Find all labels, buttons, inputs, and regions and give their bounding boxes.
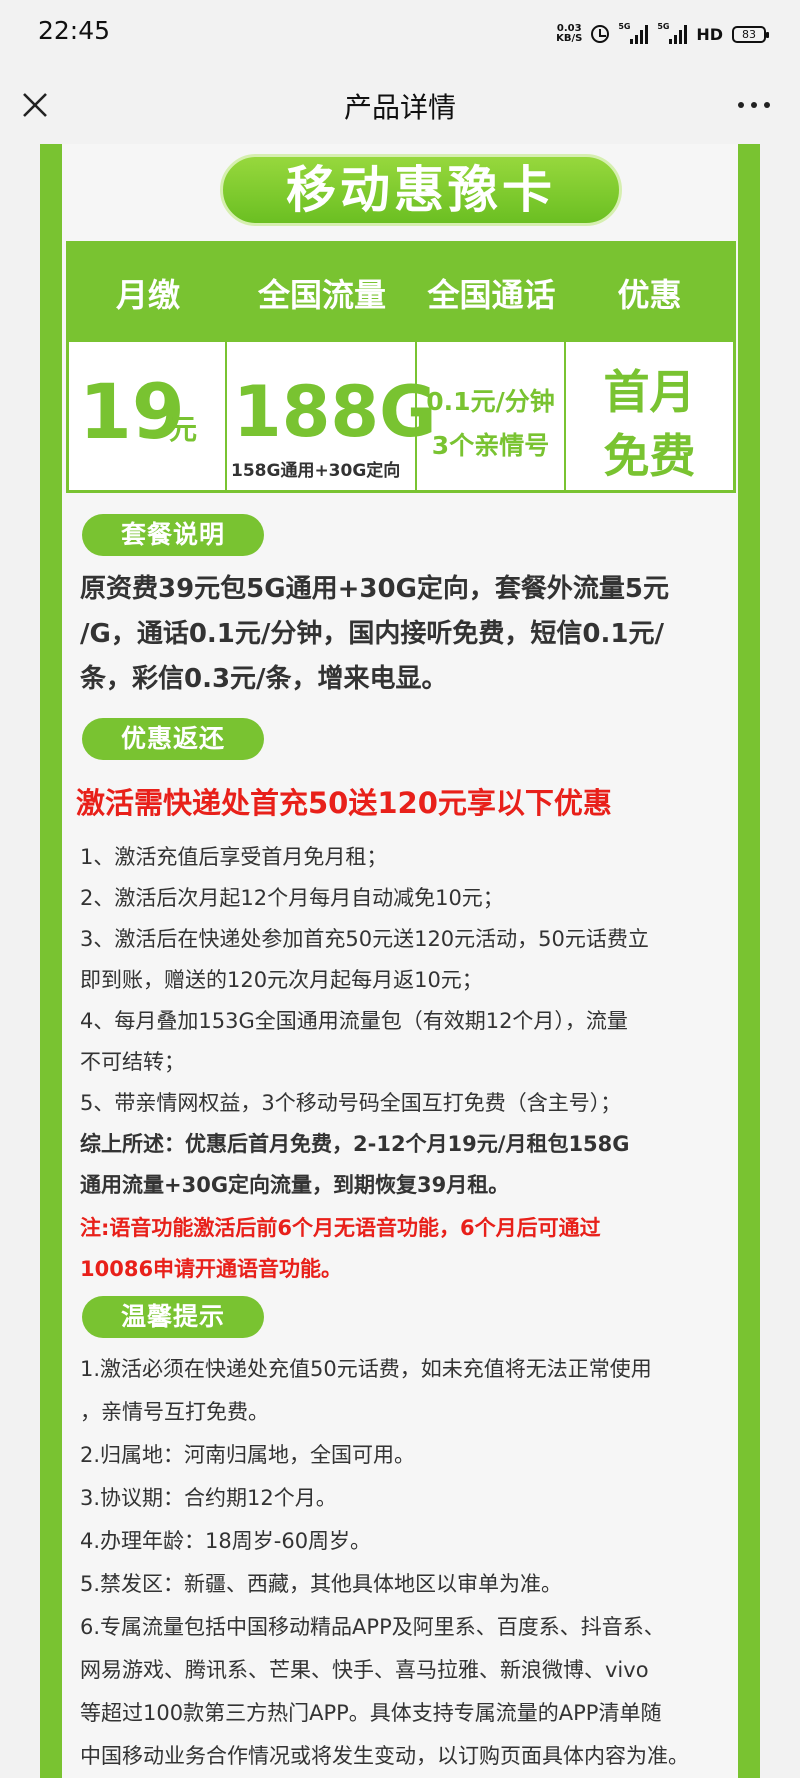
column-header-data: 全国流量 xyxy=(257,276,386,314)
rebate-line: 3、激活后在快递处参加首充50元送120元活动，50元话费立 xyxy=(80,927,649,951)
data-value: 188G xyxy=(233,371,437,453)
voice-note-line: 注:语音功能激活后前6个月无语音功能，6个月后可通过 xyxy=(80,1216,601,1240)
network-speed-unit: KB/S xyxy=(556,33,583,44)
promo-line-1: 首月 xyxy=(603,365,696,419)
rebate-line: 不可结转； xyxy=(80,1050,185,1074)
section-title-tips: 温馨提示 xyxy=(82,1296,264,1338)
tip-line: 5.禁发区：新疆、西藏，其他具体地区以审单为准。 xyxy=(80,1572,563,1596)
status-time: 22:45 xyxy=(38,16,111,45)
call-rate: 0.1元/分钟 xyxy=(426,387,555,416)
rebate-summary-line: 综上所述：优惠后首月免费，2-12个月19元/月租包158G xyxy=(80,1132,630,1156)
network-speed: 0.03 KB/S xyxy=(556,24,582,44)
product-title: 移动惠豫卡 xyxy=(220,154,622,226)
more-icon[interactable] xyxy=(734,90,774,120)
rebate-line: 4、每月叠加153G全国通用流量包（有效期12个月），流量 xyxy=(80,1009,628,1033)
tip-line: 等超过100款第三方热门APP。具体支持专属流量的APP清单随 xyxy=(80,1701,662,1725)
rebate-headline: 激活需快递处首充50送120元享以下优惠 xyxy=(76,786,612,820)
tip-line: 2.归属地：河南归属地，全国可用。 xyxy=(80,1443,416,1467)
plan-desc-line: 条，彩信0.3元/条，增来电显。 xyxy=(80,664,448,694)
alarm-icon xyxy=(591,25,610,43)
plan-desc-line: 原资费39元包5G通用+30G定向，套餐外流量5元 xyxy=(80,574,670,604)
data-breakdown: 158G通用+30G定向 xyxy=(231,461,401,481)
price-table-header: 月缴 全国流量 全国通话 优惠 xyxy=(69,244,733,342)
monthly-cell: 19 元 xyxy=(69,342,227,490)
tip-line: 3.协议期：合约期12个月。 xyxy=(80,1486,337,1510)
tip-line: 4.办理年龄：18周岁-60周岁。 xyxy=(80,1529,372,1553)
rebate-summary-line: 通用流量+30G定向流量，到期恢复39月租。 xyxy=(80,1173,510,1197)
plan-desc-line: /G，通话0.1元/分钟，国内接听免费，短信0.1元/ xyxy=(80,619,664,649)
status-bar: 22:45 0.03 KB/S 5G 5G HD 83 xyxy=(0,0,800,66)
signal-label: 5G xyxy=(657,22,670,31)
rebate-line: 1、激活充值后享受首月免月租； xyxy=(80,845,388,869)
hd-voice-icon: HD xyxy=(696,24,723,44)
signal-icon: 5G xyxy=(657,22,688,44)
column-header-promo: 优惠 xyxy=(617,276,682,314)
promo-cell: 首月 免费 xyxy=(566,342,733,490)
price-table-body: 19 元 188G 158G通用+30G定向 0.1元/分钟 3个亲情号 首月 … xyxy=(69,342,733,490)
tip-line: 网易游戏、腾讯系、芒果、快手、喜马拉雅、新浪微博、vivo xyxy=(80,1658,649,1682)
voice-note-line: 10086申请开通语音功能。 xyxy=(80,1257,343,1281)
call-cell: 0.1元/分钟 3个亲情号 xyxy=(417,342,566,490)
column-header-calls: 全国通话 xyxy=(427,276,556,314)
monthly-unit: 元 xyxy=(169,413,198,446)
page-header: 产品详情 xyxy=(0,66,800,144)
battery-icon: 83 xyxy=(732,25,769,43)
tip-line: 1.激活必须在快递处充值50元话费，如未充值将无法正常使用 xyxy=(80,1357,652,1381)
price-table: 月缴 全国流量 全国通话 优惠 19 元 188G 158G通用+30G定向 0… xyxy=(66,241,736,493)
rebate-line: 5、带亲情网权益，3个移动号码全国互打免费（含主号）； xyxy=(80,1091,622,1115)
tip-line: 6.专属流量包括中国移动精品APP及阿里系、百度系、抖音系、 xyxy=(80,1615,665,1639)
tip-line: 中国移动业务合作情况或将发生变动，以订购页面具体内容为准。 xyxy=(80,1744,689,1768)
tip-line: ，亲情号互打免费。 xyxy=(80,1400,269,1424)
signal-icon: 5G xyxy=(618,22,649,44)
rebate-line: 即到账，赠送的120元次月起每月返10元； xyxy=(80,968,483,992)
section-title-plan: 套餐说明 xyxy=(82,514,264,556)
rebate-line: 2、激活后次月起12个月每月自动减免10元； xyxy=(80,886,504,910)
signal-label: 5G xyxy=(618,22,631,31)
data-cell: 188G 158G通用+30G定向 xyxy=(227,342,437,490)
promo-line-2: 免费 xyxy=(603,429,696,483)
product-poster: 移动惠豫卡 月缴 全国流量 全国通话 优惠 19 元 188G 158G通用+3… xyxy=(40,144,760,1778)
section-title-rebate: 优惠返还 xyxy=(82,718,264,760)
column-header-monthly: 月缴 xyxy=(115,276,180,314)
page-title: 产品详情 xyxy=(343,91,456,124)
family-numbers: 3个亲情号 xyxy=(431,431,550,460)
status-icons: 0.03 KB/S 5G 5G HD 83 xyxy=(556,20,769,48)
